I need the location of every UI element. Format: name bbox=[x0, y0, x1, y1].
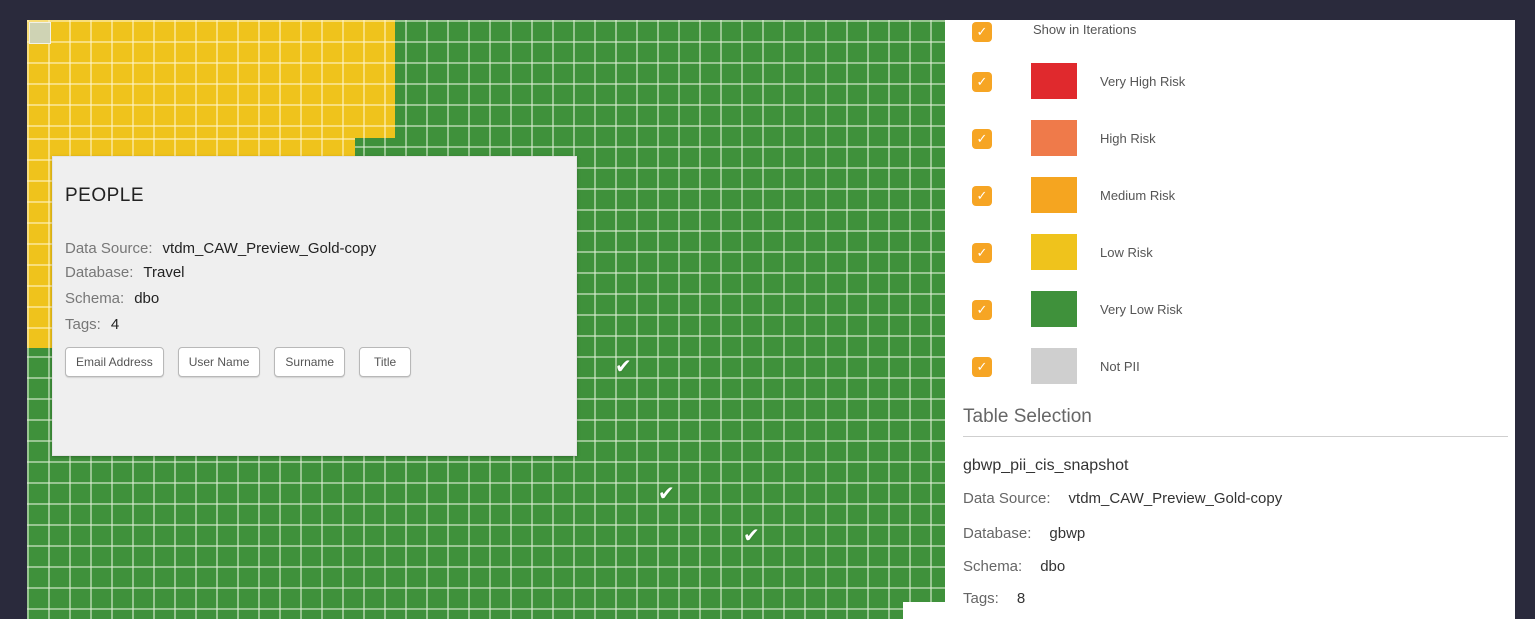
selection-schema-value: dbo bbox=[1040, 558, 1066, 575]
very-low-risk-checkbox[interactable]: ✓ bbox=[972, 300, 992, 320]
section-divider bbox=[963, 436, 1508, 437]
tagged-table-check-icon[interactable]: ✔ bbox=[658, 484, 675, 504]
tag-chip[interactable]: Surname bbox=[274, 347, 346, 377]
very-high-risk-checkbox[interactable]: ✓ bbox=[972, 72, 992, 92]
selection-tags-row: Tags: 8 bbox=[963, 590, 1025, 607]
popup-data-source-value: vtdm_CAW_Preview_Gold-copy bbox=[162, 240, 377, 257]
selection-tags-value: 8 bbox=[1016, 590, 1026, 607]
selection-schema-label: Schema: bbox=[963, 558, 1023, 575]
not-pii-checkbox[interactable]: ✓ bbox=[972, 357, 992, 377]
popup-schema-row: Schema: dbo bbox=[65, 290, 159, 307]
legend-item-not-pii[interactable]: ✓ Not PII bbox=[945, 346, 1515, 386]
selection-data-source-value: vtdm_CAW_Preview_Gold-copy bbox=[1068, 490, 1283, 507]
medium-risk-label: Medium Risk bbox=[1100, 188, 1176, 203]
popup-tags-row: Tags: 4 bbox=[65, 316, 119, 333]
very-high-risk-label: Very High Risk bbox=[1100, 74, 1186, 89]
high-risk-checkbox[interactable]: ✓ bbox=[972, 129, 992, 149]
popup-schema-value: dbo bbox=[134, 290, 160, 307]
selection-data-source-label: Data Source: bbox=[963, 490, 1051, 507]
legend-item-very-high-risk[interactable]: ✓ Very High Risk bbox=[945, 61, 1515, 101]
not-pii-swatch bbox=[1031, 348, 1077, 384]
medium-risk-checkbox[interactable]: ✓ bbox=[972, 186, 992, 206]
tag-chip[interactable]: User Name bbox=[177, 347, 261, 377]
legend-header-row[interactable]: ✓ Show in Iterations bbox=[945, 20, 1515, 52]
selection-database-label: Database: bbox=[963, 525, 1032, 542]
popup-tags-count: 4 bbox=[110, 316, 120, 333]
very-high-risk-swatch bbox=[1031, 63, 1077, 99]
very-low-risk-label: Very Low Risk bbox=[1100, 302, 1183, 317]
selected-table-tile[interactable] bbox=[29, 22, 51, 44]
popup-database-row: Database: Travel bbox=[65, 264, 185, 281]
high-risk-swatch bbox=[1031, 120, 1077, 156]
selection-tags-label: Tags: bbox=[963, 590, 999, 607]
tag-chip[interactable]: Email Address bbox=[65, 347, 164, 377]
selection-database-value: gbwp bbox=[1049, 525, 1086, 542]
panel-corner bbox=[903, 602, 945, 619]
popup-table-name: PEOPLE bbox=[65, 185, 145, 206]
legend-item-low-risk[interactable]: ✓ Low Risk bbox=[945, 232, 1515, 272]
table-selection-title: Table Selection bbox=[963, 406, 1092, 427]
popup-data-source-row: Data Source: vtdm_CAW_Preview_Gold-copy bbox=[65, 240, 376, 257]
window-top-frame bbox=[0, 0, 1535, 20]
window-left-frame bbox=[0, 0, 27, 619]
medium-risk-swatch bbox=[1031, 177, 1077, 213]
legend-panel: ✓ Show in Iterations ✓ Very High Risk ✓ … bbox=[945, 20, 1515, 619]
very-low-risk-swatch bbox=[1031, 291, 1077, 327]
popup-schema-label: Schema: bbox=[65, 290, 125, 307]
show-iterations-label: Show in Iterations bbox=[1033, 22, 1137, 37]
window-right-frame bbox=[1515, 0, 1535, 619]
popup-tag-list: Email Address User Name Surname Title bbox=[65, 347, 412, 377]
tagged-table-check-icon[interactable]: ✔ bbox=[743, 526, 760, 546]
selection-data-source-row: Data Source: vtdm_CAW_Preview_Gold-copy bbox=[963, 490, 1282, 507]
selection-schema-row: Schema: dbo bbox=[963, 558, 1065, 575]
show-iterations-checkbox[interactable]: ✓ bbox=[972, 22, 992, 42]
selected-table-name: gbwp_pii_cis_snapshot bbox=[963, 457, 1129, 474]
low-risk-label: Low Risk bbox=[1100, 245, 1153, 260]
tag-chip[interactable]: Title bbox=[359, 347, 412, 377]
low-risk-checkbox[interactable]: ✓ bbox=[972, 243, 992, 263]
selection-database-row: Database: gbwp bbox=[963, 525, 1085, 542]
tagged-table-check-icon[interactable]: ✔ bbox=[615, 357, 632, 377]
legend-item-high-risk[interactable]: ✓ High Risk bbox=[945, 118, 1515, 158]
not-pii-label: Not PII bbox=[1100, 359, 1140, 374]
legend-item-medium-risk[interactable]: ✓ Medium Risk bbox=[945, 175, 1515, 215]
legend-item-very-low-risk[interactable]: ✓ Very Low Risk bbox=[945, 289, 1515, 329]
table-info-popup: PEOPLE Data Source: vtdm_CAW_Preview_Gold… bbox=[52, 156, 577, 456]
popup-data-source-label: Data Source: bbox=[65, 240, 153, 257]
low-risk-swatch bbox=[1031, 234, 1077, 270]
popup-tags-label: Tags: bbox=[65, 316, 101, 333]
low-risk-region[interactable] bbox=[27, 20, 395, 138]
popup-database-value: Travel bbox=[143, 264, 185, 281]
high-risk-label: High Risk bbox=[1100, 131, 1156, 146]
popup-database-label: Database: bbox=[65, 264, 134, 281]
